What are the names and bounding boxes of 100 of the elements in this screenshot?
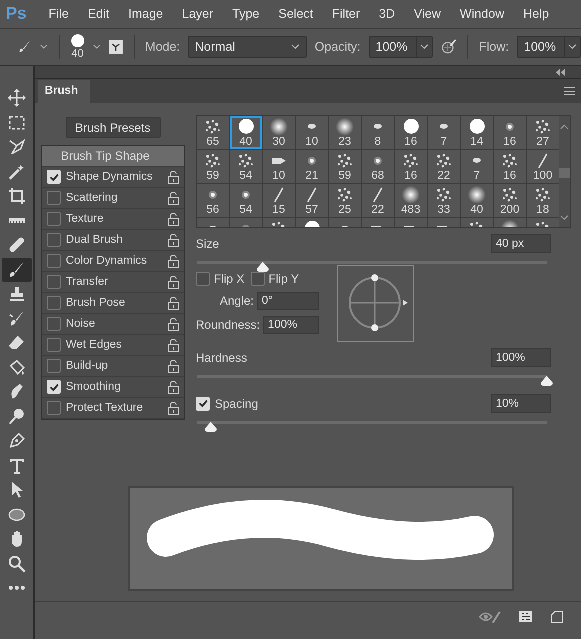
- lock-icon[interactable]: [168, 276, 179, 288]
- brush-tip[interactable]: 65: [197, 116, 229, 149]
- brush-tip[interactable]: 25: [329, 184, 361, 217]
- caret-icon[interactable]: [92, 44, 101, 50]
- lock-icon[interactable]: [168, 380, 179, 394]
- brush-tip[interactable]: 56: [197, 184, 229, 217]
- brush-tip[interactable]: 40: [461, 184, 493, 217]
- brush-tip[interactable]: 200: [494, 184, 526, 217]
- lock-icon[interactable]: [168, 318, 179, 330]
- brush-panel-toggle-icon[interactable]: [108, 39, 123, 55]
- brush-preset-picker[interactable]: 40: [70, 34, 85, 60]
- slider-thumb[interactable]: [540, 376, 554, 386]
- menu-item[interactable]: Edit: [88, 7, 110, 21]
- lock-icon[interactable]: [168, 402, 179, 414]
- collapse-icon[interactable]: [556, 68, 565, 76]
- checkbox[interactable]: [196, 272, 210, 286]
- spacing-label[interactable]: Spacing: [215, 396, 258, 410]
- brush-tip[interactable]: 54: [230, 150, 262, 183]
- mode-dropdown[interactable]: Normal: [188, 36, 307, 58]
- checkbox[interactable]: [47, 254, 61, 268]
- panel-tab[interactable]: Brush: [38, 80, 90, 103]
- lock-icon[interactable]: [168, 338, 179, 352]
- checkbox[interactable]: [47, 317, 61, 331]
- brush-tip[interactable]: 22: [428, 150, 460, 183]
- menu-item[interactable]: Filter: [332, 7, 360, 21]
- caret-icon[interactable]: [568, 44, 577, 50]
- lock-icon[interactable]: [168, 360, 179, 372]
- menu-item[interactable]: View: [414, 7, 442, 21]
- scrollbar-thumb[interactable]: [559, 168, 570, 178]
- brush-tip[interactable]: 10: [263, 150, 295, 183]
- checkbox[interactable]: [47, 338, 61, 352]
- menu-item[interactable]: Image: [128, 7, 164, 21]
- flip-y-label[interactable]: Flip Y: [268, 272, 300, 286]
- checkbox[interactable]: [47, 401, 61, 415]
- menu-item[interactable]: Help: [524, 7, 550, 21]
- caret-icon[interactable]: [40, 44, 48, 50]
- flip-x-label[interactable]: Flip X: [214, 272, 245, 286]
- scrollbar[interactable]: [559, 116, 570, 227]
- brush-tip[interactable]: 7: [461, 150, 493, 183]
- list-item[interactable]: Brush Tip Shape: [42, 146, 184, 167]
- brush-tip[interactable]: 33: [428, 184, 460, 217]
- brush-tip[interactable]: 54: [230, 184, 262, 217]
- list-item[interactable]: Brush Pose: [66, 297, 168, 309]
- tool-button[interactable]: [2, 258, 32, 282]
- brush-tip[interactable]: 14: [461, 116, 493, 149]
- list-item[interactable]: Build-up: [66, 360, 168, 372]
- lock-icon[interactable]: [168, 254, 179, 268]
- menu-item[interactable]: Window: [460, 7, 504, 21]
- list-item[interactable]: Dual Brush: [66, 234, 168, 246]
- lock-icon[interactable]: [168, 212, 179, 226]
- menu-item[interactable]: 3D: [379, 7, 396, 21]
- list-item[interactable]: Noise: [66, 318, 168, 330]
- menu-item[interactable]: Layer: [182, 7, 214, 21]
- list-item[interactable]: Texture: [66, 213, 168, 225]
- flow-field[interactable]: 100%: [517, 36, 581, 58]
- brush-tip[interactable]: 59: [197, 150, 229, 183]
- brush-tip[interactable]: 7: [428, 116, 460, 149]
- eye-brush-icon[interactable]: [479, 610, 501, 624]
- brush-tip[interactable]: 68: [362, 150, 394, 183]
- checkbox[interactable]: [47, 275, 61, 289]
- list-item[interactable]: Wet Edges: [66, 339, 168, 351]
- brush-tip[interactable]: 23: [329, 116, 361, 149]
- menu-item[interactable]: Select: [278, 7, 314, 21]
- size-field[interactable]: 40 px: [491, 234, 551, 253]
- spacing-field[interactable]: 10%: [491, 394, 551, 413]
- menu-item[interactable]: Type: [232, 7, 260, 21]
- brush-presets-button[interactable]: Brush Presets: [66, 117, 160, 138]
- list-item[interactable]: Color Dynamics: [66, 255, 168, 267]
- list-item[interactable]: Shape Dynamics: [66, 171, 168, 183]
- brush-tip[interactable]: 10: [296, 116, 328, 149]
- scroll-up-icon[interactable]: [560, 124, 569, 130]
- lock-icon[interactable]: [168, 170, 179, 184]
- brush-tip[interactable]: 100: [527, 150, 559, 183]
- brush-tip[interactable]: 27: [527, 116, 559, 149]
- slider-thumb[interactable]: [256, 262, 270, 272]
- brush-tip[interactable]: 16: [494, 150, 526, 183]
- hardness-field[interactable]: 100%: [491, 348, 551, 367]
- brush-tip[interactable]: 8: [362, 116, 394, 149]
- brush-tip[interactable]: 16: [494, 116, 526, 149]
- caret-icon[interactable]: [420, 44, 429, 50]
- checkbox[interactable]: [250, 272, 265, 286]
- menu-item[interactable]: File: [48, 7, 69, 21]
- opacity-field[interactable]: 100%: [368, 36, 433, 58]
- brush-tool-icon[interactable]: [18, 39, 32, 55]
- checkbox[interactable]: [47, 212, 61, 226]
- list-item[interactable]: Scattering: [66, 192, 168, 204]
- angle-field[interactable]: 0°: [257, 292, 319, 310]
- menu-icon[interactable]: [564, 86, 575, 96]
- brush-tip[interactable]: 483: [395, 184, 427, 217]
- scroll-down-icon[interactable]: [560, 215, 569, 221]
- checkbox[interactable]: [47, 359, 61, 373]
- brush-tip[interactable]: 40: [230, 116, 262, 149]
- new-brush-icon[interactable]: [551, 611, 563, 623]
- lock-icon[interactable]: [168, 296, 179, 310]
- brush-tip[interactable]: 21: [296, 150, 328, 183]
- slider-thumb[interactable]: [204, 422, 218, 432]
- roundness-field[interactable]: 100%: [263, 316, 319, 334]
- brush-tip[interactable]: 30: [263, 116, 295, 149]
- brush-tip[interactable]: 15: [263, 184, 295, 217]
- brush-tip[interactable]: 16: [395, 150, 427, 183]
